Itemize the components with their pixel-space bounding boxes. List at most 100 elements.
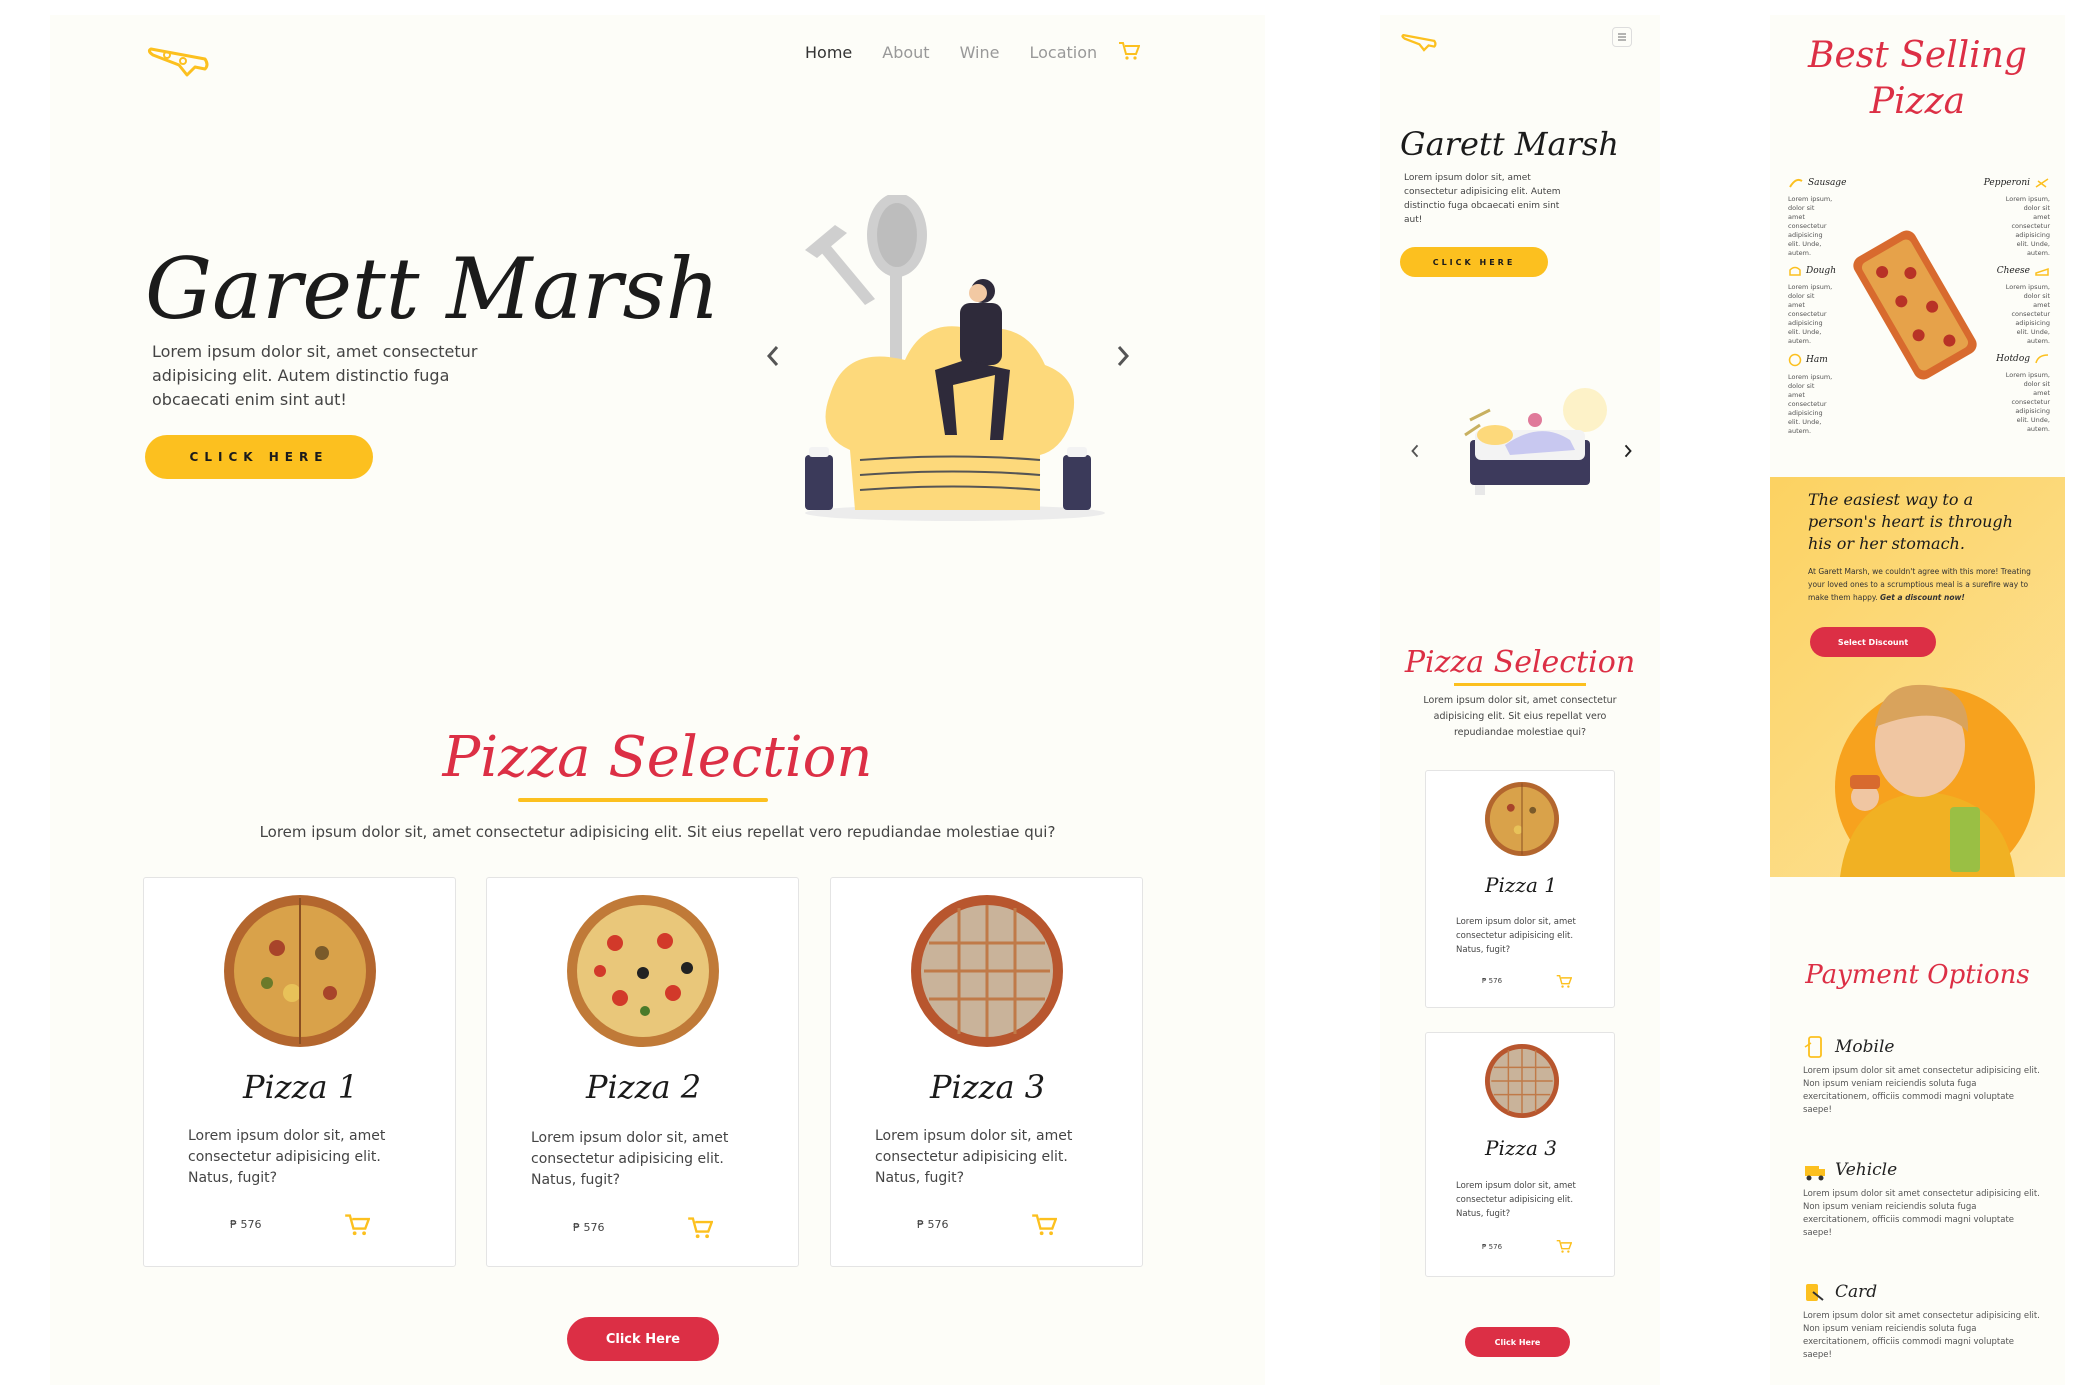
card-price: ₱ 576 [917, 1218, 949, 1231]
best-item: Pepperoni Lorem ipsum, dolor sit amet co… [1975, 177, 2050, 258]
dough-icon [1789, 266, 1801, 276]
card-cart-button[interactable] [1556, 1239, 1572, 1254]
promo-quote: The easiest way to a person's heart is t… [1808, 490, 2013, 553]
card-title: Pizza 1 [1485, 873, 1557, 897]
best-item-text: Lorem ipsum, dolor sit amet consectetur … [1788, 373, 1833, 435]
mobile-hero-text: Lorem ipsum dolor sit, amet consectetur … [1404, 173, 1561, 225]
pizza-image [909, 893, 1065, 1049]
pizza-card: Pizza 3 Lorem ipsum dolor sit, amet cons… [830, 877, 1143, 1267]
best-selling-line2: Pizza [1869, 81, 1966, 122]
best-item-name: Pepperoni [1983, 178, 2030, 188]
chef-hat-illustration [795, 195, 1115, 535]
payment-title: Payment Options [1805, 960, 2030, 990]
mobile-pizza-card: Pizza 3 Lorem ipsum dolor sit, amet cons… [1425, 1032, 1615, 1277]
right-view: Best Selling Pizza Sausage Lorem ipsum, … [1770, 15, 2065, 1385]
payment-option-text: Lorem ipsum dolor sit amet consectetur a… [1803, 1311, 2040, 1360]
selection-subtitle: Lorem ipsum dolor sit, amet consectetur … [259, 823, 1056, 841]
sausage-icon [1789, 178, 1803, 188]
hamburger-menu[interactable] [1612, 27, 1632, 47]
best-selling-line1: Best Selling [1808, 35, 2027, 76]
promo-text-bold: Get a discount now! [1880, 593, 1965, 602]
pizza-image [222, 893, 378, 1049]
payment-option: Card Lorem ipsum dolor sit amet consecte… [1803, 1280, 2043, 1362]
payment-option-name: Card [1835, 1282, 1878, 1302]
payment-option-text: Lorem ipsum dolor sit amet consectetur a… [1803, 1189, 2040, 1238]
payment-option-name: Vehicle [1835, 1160, 1898, 1180]
select-discount-button[interactable]: Select Discount [1810, 627, 1936, 657]
chevron-right-icon [1117, 346, 1130, 366]
best-item-name: Cheese [1996, 266, 2030, 276]
card-price: ₱ 576 [1482, 1243, 1503, 1251]
selection-title: Pizza Selection [442, 725, 873, 790]
payment-option: Mobile Lorem ipsum dolor sit amet consec… [1803, 1035, 2043, 1117]
hero-text: Lorem ipsum dolor sit, amet consectetur … [152, 342, 478, 409]
card-text: Lorem ipsum dolor sit, amet consectetur … [188, 1128, 386, 1186]
promo-section: The easiest way to a person's heart is t… [1770, 477, 2065, 877]
card-cart-button[interactable] [687, 1216, 713, 1240]
pepperoni-icon [2035, 178, 2049, 188]
card-price: ₱ 576 [573, 1221, 605, 1234]
card-text: Lorem ipsum dolor sit, amet consectetur … [1456, 917, 1576, 955]
mobile-view: Garett Marsh Lorem ipsum dolor sit, amet… [1380, 15, 1660, 1385]
nav-about[interactable]: About [882, 43, 929, 62]
best-item-text: Lorem ipsum, dolor sit amet consectetur … [1788, 283, 1833, 345]
logo[interactable] [145, 35, 215, 80]
mobile-selection-button[interactable]: Click Here [1465, 1327, 1570, 1357]
best-item: Hotdog Lorem ipsum, dolor sit amet conse… [1975, 353, 2050, 434]
card-cart-button[interactable] [1556, 974, 1572, 989]
card-cart-button[interactable] [344, 1213, 370, 1237]
cart-icon [1119, 42, 1140, 60]
best-item-name: Dough [1806, 266, 1836, 276]
nav-menu: Home About Wine Location [805, 43, 1097, 62]
nav-wine[interactable]: Wine [960, 43, 1000, 62]
hotdog-icon [2035, 354, 2049, 364]
chevron-right-icon [1624, 444, 1632, 458]
nav-home[interactable]: Home [805, 43, 852, 62]
hamburger-icon [1618, 33, 1626, 41]
best-item-name: Hotdog [1996, 354, 2030, 364]
pizza-image [1484, 1043, 1560, 1119]
card-title: Pizza 2 [585, 1068, 702, 1106]
pizza-slice-icon [147, 47, 209, 77]
mobile-logo[interactable] [1400, 27, 1440, 53]
best-item-text: Lorem ipsum, dolor sit amet consectetur … [2005, 283, 2050, 345]
mobile-hero-title: Garett Marsh [1400, 125, 1619, 163]
promo-text: At Garett Marsh, we couldn't agree with … [1808, 565, 2033, 604]
mobile-carousel-next[interactable] [1623, 443, 1633, 459]
best-pizza-image [1845, 215, 1985, 395]
nav-location[interactable]: Location [1029, 43, 1097, 62]
cheese-icon [2035, 267, 2049, 276]
mobile-carousel-prev[interactable] [1410, 443, 1420, 459]
best-item-name: Sausage [1808, 178, 1847, 188]
card-cart-button[interactable] [1031, 1213, 1057, 1237]
best-item-text: Lorem ipsum, dolor sit amet consectetur … [2005, 195, 2050, 257]
best-item-text: Lorem ipsum, dolor sit amet consectetur … [1788, 195, 1833, 257]
carousel-next[interactable] [1115, 345, 1131, 367]
card-price: ₱ 576 [230, 1218, 262, 1231]
cart-icon [688, 1217, 713, 1239]
nav-cart[interactable] [1118, 41, 1140, 61]
cart-icon [345, 1214, 370, 1236]
pizza-image [565, 893, 721, 1049]
mobile-title-underline [1454, 683, 1586, 686]
pizza-card: Pizza 1 Lorem ipsum dolor sit, amet cons… [143, 877, 456, 1267]
chevron-left-icon [766, 346, 779, 366]
title-underline [518, 798, 768, 802]
mobile-selection-title: Pizza Selection [1404, 645, 1636, 680]
card-price: ₱ 576 [1482, 977, 1503, 985]
carousel-prev[interactable] [765, 345, 781, 367]
chevron-left-icon [1411, 444, 1419, 458]
hero-button[interactable]: CLICK HERE [145, 435, 373, 479]
payment-option: Vehicle Lorem ipsum dolor sit amet conse… [1803, 1158, 2043, 1240]
mobile-hero-button[interactable]: CLICK HERE [1400, 247, 1548, 277]
best-item-text: Lorem ipsum, dolor sit amet consectetur … [2005, 371, 2050, 433]
card-text: Lorem ipsum dolor sit, amet consectetur … [875, 1128, 1073, 1186]
best-item: Cheese Lorem ipsum, dolor sit amet conse… [1975, 265, 2050, 346]
ham-icon [1788, 353, 1802, 367]
mobile-selection-subtitle: Lorem ipsum dolor sit, amet consectetur … [1423, 695, 1617, 738]
mobile-payment-icon [1804, 1036, 1822, 1058]
card-title: Pizza 3 [929, 1068, 1046, 1106]
pizza-slice-icon [1401, 33, 1437, 52]
card-title: Pizza 3 [1485, 1136, 1557, 1160]
selection-button[interactable]: Click Here [567, 1317, 719, 1361]
